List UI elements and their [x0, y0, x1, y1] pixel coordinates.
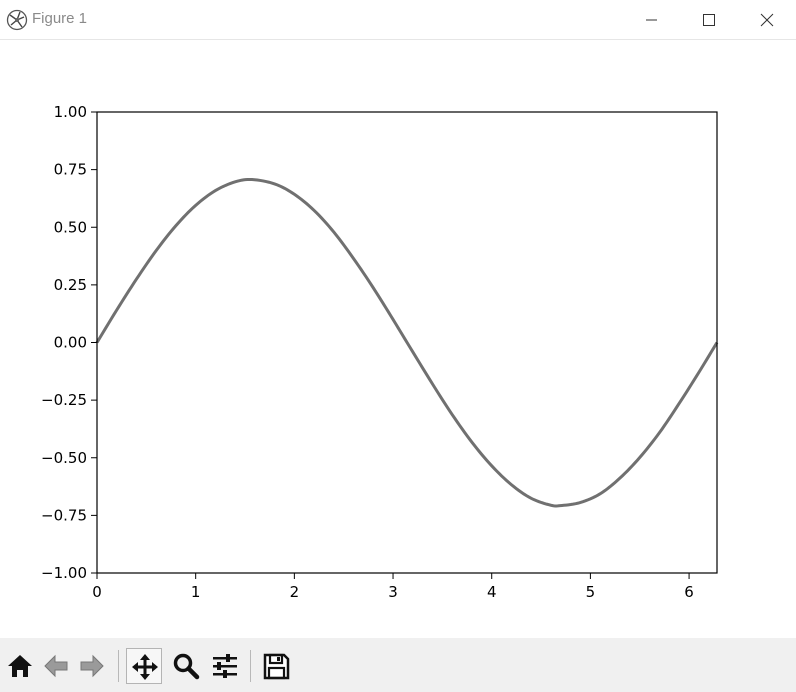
y-tick-label: −0.50 — [41, 449, 87, 467]
configure-subplots-icon — [213, 654, 237, 678]
y-tick-label: −1.00 — [41, 564, 87, 582]
home-icon — [8, 655, 32, 677]
y-axis: 1.00 0.75 0.50 0.25 0.00 −0.25 −0.50 −0.75 −1.00 — [41, 103, 97, 582]
pan-move-icon — [132, 654, 158, 680]
save-floppy-icon — [263, 653, 290, 680]
line-chart: 1.00 0.75 0.50 0.25 0.00 −0.25 −0.50 −0.75 −1.00… — [41, 103, 719, 601]
y-tick-label: 0.00 — [54, 334, 87, 352]
matplotlib-logo-icon — [6, 9, 28, 31]
home-button[interactable] — [2, 648, 38, 684]
x-axis: 0 1 2 3 4 5 6 — [92, 573, 694, 601]
minimize-button[interactable] — [622, 0, 680, 40]
zoom-button[interactable] — [168, 648, 204, 684]
y-tick-label: 0.50 — [54, 218, 87, 236]
x-tick-label: 3 — [388, 583, 398, 601]
toolbar-separator — [250, 650, 251, 682]
figure-canvas[interactable]: 1.00 0.75 0.50 0.25 0.00 −0.25 −0.50 −0.75 −1.00… — [0, 40, 796, 638]
maximize-icon — [703, 14, 715, 26]
maximize-button[interactable] — [680, 0, 738, 40]
forward-button[interactable] — [74, 648, 110, 684]
save-button[interactable] — [258, 648, 294, 684]
zoom-magnifier-icon — [173, 653, 200, 680]
navigation-toolbar — [0, 638, 796, 692]
back-arrow-icon — [44, 654, 68, 678]
y-tick-label: 0.75 — [54, 161, 87, 179]
y-tick-label: 0.25 — [54, 276, 87, 294]
toolbar-separator — [118, 650, 119, 682]
back-button[interactable] — [38, 648, 74, 684]
x-tick-label: 2 — [290, 583, 300, 601]
x-tick-label: 4 — [487, 583, 497, 601]
x-tick-label: 5 — [586, 583, 596, 601]
x-tick-label: 0 — [92, 583, 102, 601]
window-title: Figure 1 — [32, 10, 88, 27]
configure-subplots-button[interactable] — [207, 648, 243, 684]
forward-arrow-icon — [80, 654, 104, 678]
pan-button[interactable] — [126, 648, 162, 684]
close-button[interactable] — [738, 0, 796, 40]
y-tick-label: −0.25 — [41, 391, 87, 409]
y-tick-label: −0.75 — [41, 506, 87, 524]
y-tick-label: 1.00 — [54, 103, 87, 121]
x-tick-label: 1 — [191, 583, 201, 601]
close-icon — [760, 13, 774, 27]
sine-series-line — [95, 177, 719, 508]
x-tick-label: 6 — [684, 583, 694, 601]
window-titlebar: Figure 1 — [0, 0, 796, 40]
